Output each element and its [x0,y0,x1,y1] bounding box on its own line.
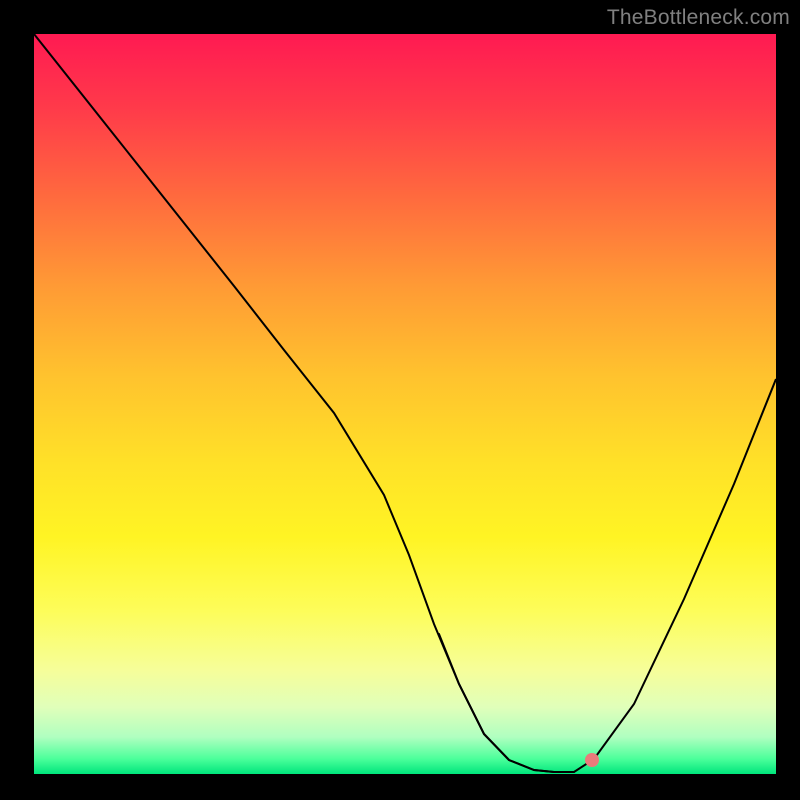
chart-canvas: TheBottleneck.com [0,0,800,800]
attribution-label: TheBottleneck.com [607,6,790,30]
curve-layer [34,34,776,774]
marker-dot [585,753,599,767]
curve-path [34,34,776,772]
marker-segment [439,634,574,772]
plot-area [34,34,776,774]
